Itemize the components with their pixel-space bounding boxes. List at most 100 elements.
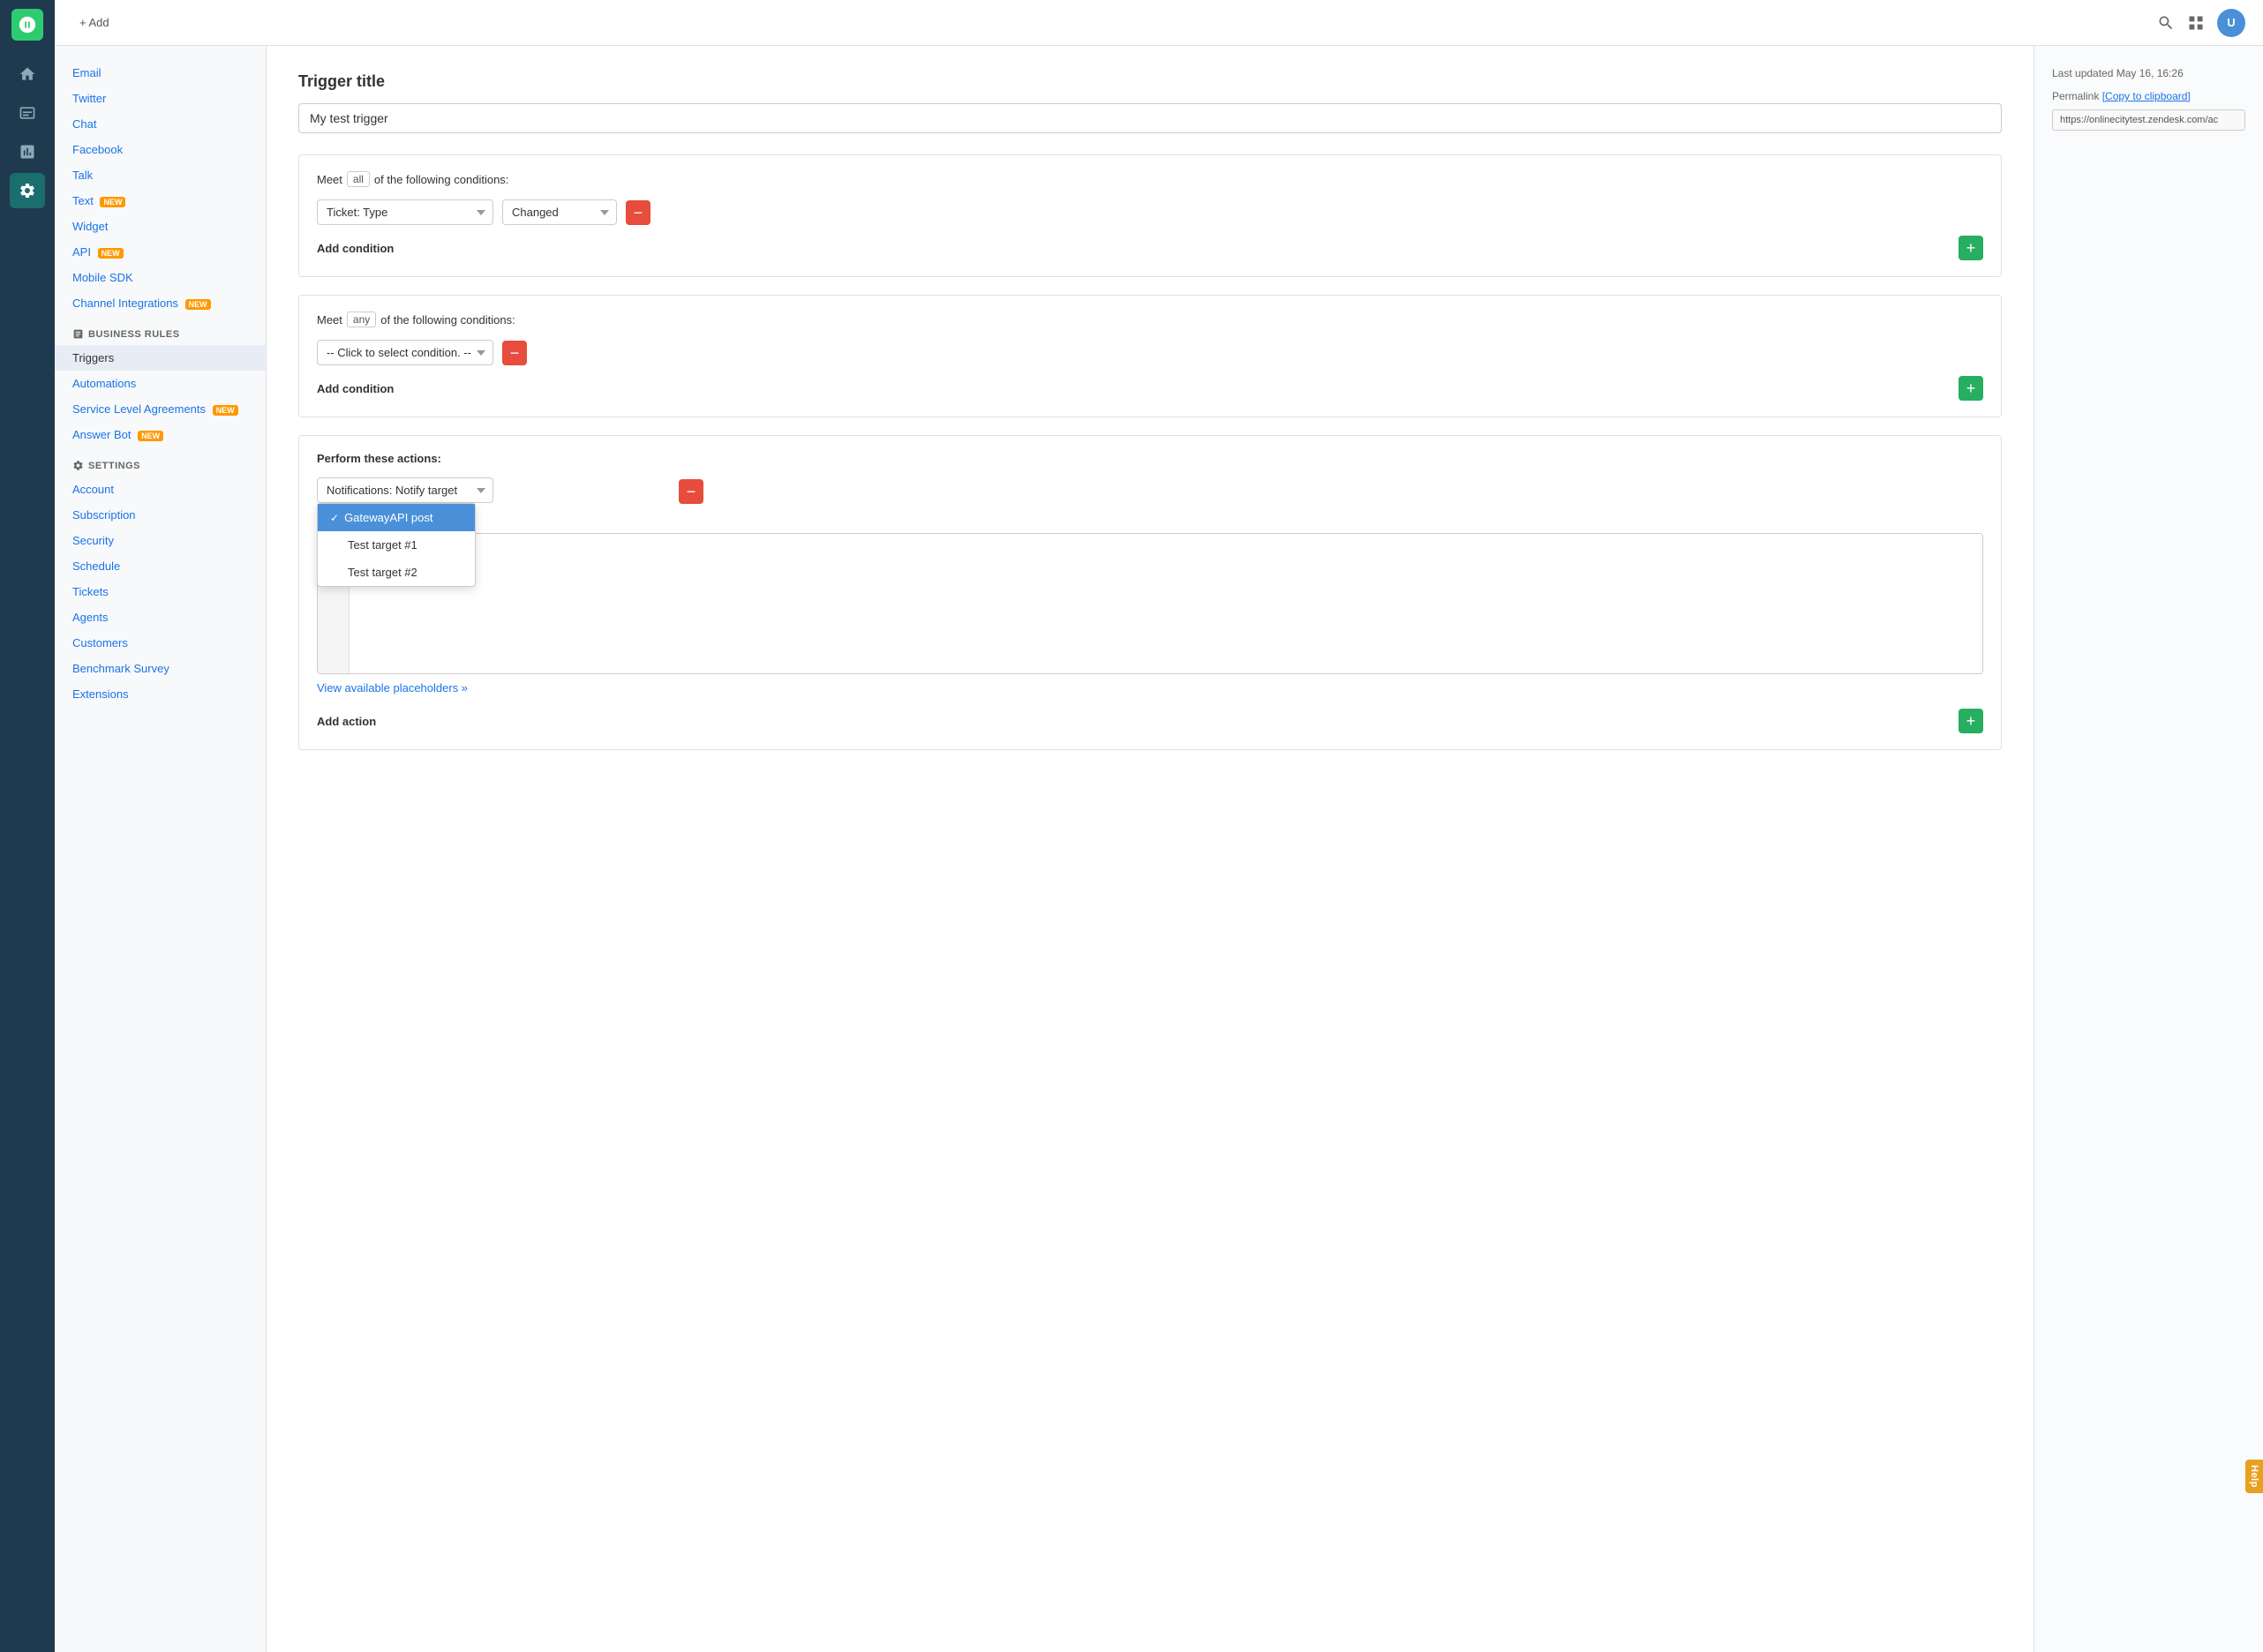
dropdown-item-label-1: GatewayAPI post [344, 511, 432, 524]
sidebar-item-customers[interactable]: Customers [55, 630, 266, 656]
main-content: Trigger title Meet all of the following … [267, 46, 2034, 1652]
sidebar-item-answer-bot[interactable]: Answer Bot NEW [55, 422, 266, 447]
add-condition2-row: Add condition + [317, 376, 1983, 401]
sidebar-item-channel-integrations[interactable]: Channel Integrations NEW [55, 290, 266, 316]
copy-to-clipboard-link[interactable]: [Copy to clipboard] [2102, 90, 2191, 102]
sidebar-item-agents[interactable]: Agents [55, 604, 266, 630]
remove-condition2-button[interactable]: − [502, 341, 527, 365]
add-condition2-label: Add condition [317, 382, 394, 395]
json-body-label: JSON body: [317, 514, 1983, 528]
json-editor: 1 [317, 533, 1983, 674]
condition-row-1: Ticket: Type Ticket: Status Ticket: Prio… [317, 199, 1983, 225]
dropdown-item-test2[interactable]: Test target #2 [318, 559, 475, 586]
meet-any-suffix: of the following conditions: [380, 313, 515, 327]
all-badge: all [347, 171, 370, 187]
sidebar-item-email[interactable]: Email [55, 60, 266, 86]
dropdown-item-gatewayapi[interactable]: ✓ GatewayAPI post [318, 504, 475, 531]
search-icon[interactable] [2157, 14, 2175, 32]
add-condition1-button[interactable]: + [1959, 236, 1983, 260]
nav-settings[interactable] [10, 173, 45, 208]
any-badge: any [347, 312, 376, 327]
add-condition2-button[interactable]: + [1959, 376, 1983, 401]
add-action-label: Add action [317, 715, 376, 728]
api-badge: NEW [98, 248, 124, 259]
logo[interactable] [11, 9, 43, 41]
trigger-title-input[interactable] [298, 103, 2002, 133]
sidebar-item-schedule[interactable]: Schedule [55, 553, 266, 579]
json-textarea[interactable] [350, 534, 1982, 673]
meet-any-text: Meet [317, 313, 342, 327]
dropdown-item-label-3: Test target #2 [348, 566, 417, 579]
condition1-value-select[interactable]: Changed Is Is not [502, 199, 617, 225]
add-action-button[interactable]: + [1959, 709, 1983, 733]
text-badge: NEW [100, 197, 125, 207]
sidebar-item-security[interactable]: Security [55, 528, 266, 553]
settings-header: SETTINGS [55, 447, 266, 477]
sidebar-item-text[interactable]: Text NEW [55, 188, 266, 214]
sidebar-item-sla[interactable]: Service Level Agreements NEW [55, 396, 266, 422]
top-bar-right: U [2157, 9, 2245, 37]
sidebar-item-api[interactable]: API NEW [55, 239, 266, 265]
sidebar-item-talk[interactable]: Talk [55, 162, 266, 188]
dropdown-item-test1[interactable]: Test target #1 [318, 531, 475, 559]
add-action-row: Add action + [317, 709, 1983, 733]
last-updated: Last updated May 16, 16:26 [2052, 67, 2245, 79]
condition2-type-select[interactable]: -- Click to select condition. -- Ticket:… [317, 340, 493, 365]
nav-reports[interactable] [10, 134, 45, 169]
condition1-type-select[interactable]: Ticket: Type Ticket: Status Ticket: Prio… [317, 199, 493, 225]
remove-action-button[interactable]: − [679, 479, 703, 504]
permalink-url: https://onlinecitytest.zendesk.com/ac [2052, 109, 2245, 131]
condition-row-2: -- Click to select condition. -- Ticket:… [317, 340, 1983, 365]
meet-all-suffix: of the following conditions: [374, 173, 508, 186]
grid-icon[interactable] [2187, 14, 2205, 32]
sidebar-item-chat[interactable]: Chat [55, 111, 266, 137]
sidebar-item-twitter[interactable]: Twitter [55, 86, 266, 111]
add-button[interactable]: + Add [72, 11, 117, 34]
answer-bot-badge: NEW [138, 431, 163, 441]
trigger-title-heading: Trigger title [298, 72, 2002, 91]
nav-home[interactable] [10, 56, 45, 92]
action-dropdown-wrapper: Notifications: Notify target Notificatio… [317, 477, 493, 503]
sidebar-item-mobile-sdk[interactable]: Mobile SDK [55, 265, 266, 290]
help-button[interactable]: Help [2245, 1460, 2263, 1493]
sidebar-item-triggers[interactable]: Triggers [55, 345, 266, 371]
business-rules-header: BUSINESS RULES [55, 316, 266, 345]
check-icon: ✓ [330, 512, 339, 524]
main-wrapper: + Add U Email Twitter Chat Facebook Talk… [55, 0, 2263, 1652]
action-row-1: Notifications: Notify target Notificatio… [317, 477, 1983, 504]
channel-integrations-badge: NEW [185, 299, 211, 310]
remove-condition1-button[interactable]: − [626, 200, 650, 225]
sidebar-item-benchmark-survey[interactable]: Benchmark Survey [55, 656, 266, 681]
view-placeholders-link[interactable]: View available placeholders » [317, 681, 468, 695]
sidebar-item-tickets[interactable]: Tickets [55, 579, 266, 604]
add-condition1-label: Add condition [317, 242, 394, 255]
sidebar-item-account[interactable]: Account [55, 477, 266, 502]
top-bar: + Add U [55, 0, 2263, 46]
all-conditions-block: Meet all of the following conditions: Ti… [298, 154, 2002, 277]
user-avatar[interactable]: U [2217, 9, 2245, 37]
json-body-section: JSON body: 1 View available placeholders… [317, 514, 1983, 695]
any-conditions-block: Meet any of the following conditions: --… [298, 295, 2002, 417]
permalink-text: Permalink [2052, 90, 2099, 102]
permalink-label: Permalink [Copy to clipboard] [2052, 90, 2245, 102]
action-dropdown-menu: ✓ GatewayAPI post Test target #1 Test ta… [317, 503, 476, 587]
right-panel: Last updated May 16, 16:26 Permalink [Co… [2034, 46, 2263, 1652]
action-type-select[interactable]: Notifications: Notify target Notificatio… [317, 477, 493, 503]
any-conditions-header: Meet any of the following conditions: [317, 312, 1983, 327]
all-conditions-header: Meet all of the following conditions: [317, 171, 1983, 187]
actions-header: Perform these actions: [317, 452, 1983, 465]
add-button-label: + Add [79, 16, 109, 29]
content: Email Twitter Chat Facebook Talk Text NE… [55, 46, 2263, 1652]
dropdown-item-label-2: Test target #1 [348, 538, 417, 552]
add-condition1-row: Add condition + [317, 236, 1983, 260]
sla-badge: NEW [213, 405, 238, 416]
sidebar-item-widget[interactable]: Widget [55, 214, 266, 239]
icon-bar [0, 0, 55, 1652]
sidebar-item-subscription[interactable]: Subscription [55, 502, 266, 528]
sidebar: Email Twitter Chat Facebook Talk Text NE… [55, 46, 267, 1652]
sidebar-item-facebook[interactable]: Facebook [55, 137, 266, 162]
nav-tickets[interactable] [10, 95, 45, 131]
actions-block: Perform these actions: Notifications: No… [298, 435, 2002, 750]
sidebar-item-extensions[interactable]: Extensions [55, 681, 266, 707]
sidebar-item-automations[interactable]: Automations [55, 371, 266, 396]
